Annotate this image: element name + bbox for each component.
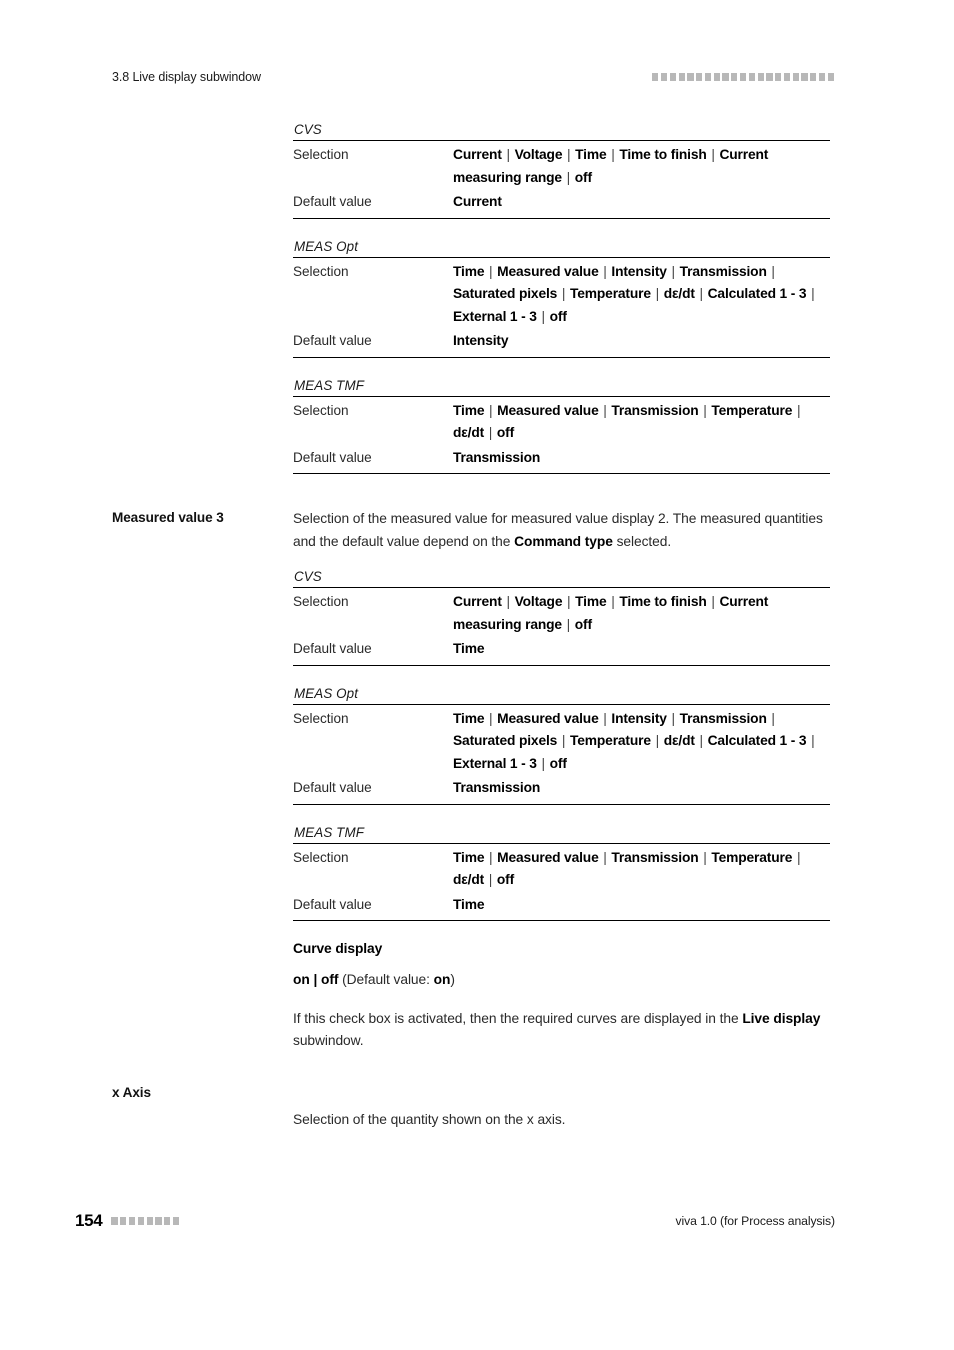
subheading-curve-display: Curve display [293,941,383,957]
page-footer: 154 viva 1.0 (for Process analysis) [75,1209,835,1233]
row-value-selection: Current | Voltage | Time | Time to finis… [453,594,769,632]
document-page: 3.8 Live display subwindow CVS Selection… [0,0,954,1350]
param-table-meas-opt-2: MEAS Opt Selection Time | Measured value… [293,686,830,805]
row-value-default: Time [453,896,485,912]
footer-left-group: 154 [75,1211,180,1231]
footer-document-title: viva 1.0 (for Process analysis) [675,1214,836,1228]
table-bottom-rule [293,803,830,805]
param-table-title: MEAS TMF [294,824,364,840]
param-table-title: CVS [294,122,322,137]
table-row: Default value Transmission [293,776,830,801]
row-label-selection: Selection [293,594,349,610]
table-bottom-rule [293,664,830,666]
param-table-title: MEAS Opt [294,238,359,254]
footer-square-rule-icon [111,1217,180,1225]
margin-heading-measured-value-3: Measured value 3 [112,510,224,525]
table-bottom-rule [293,356,830,358]
param-table-title: MEAS Opt [294,685,359,701]
param-table-meas-tmf-1: MEAS TMF Selection Time | Measured value… [293,377,830,474]
page-number: 154 [75,1211,103,1230]
param-table-cvs-2: CVS Selection Current | Voltage | Time |… [293,569,830,666]
row-value-default: Time [453,641,485,657]
row-label-default: Default value [293,780,372,796]
row-label-default: Default value [293,333,372,348]
row-value-selection: Time | Measured value | Transmission | T… [453,849,801,888]
table-row: Default value Time [293,637,830,662]
row-value-selection: Time | Measured value | Intensity | Tran… [453,710,815,771]
row-value-selection: Current | Voltage | Time | Time to finis… [453,147,769,185]
row-label-default: Default value [293,641,372,657]
header-square-rule-icon [652,73,834,81]
x-axis-spacer [293,1083,834,1109]
margin-heading-empty [112,122,293,124]
measured-value-3-intro: Selection of the measured value for meas… [293,508,830,553]
parameter-block-measured-value-3: Measured value 3 Selection of the measur… [112,508,834,1069]
curve-display-description: If this check box is activated, then the… [293,1008,830,1053]
param-table-cvs-1: CVS Selection Current | Voltage | Time |… [293,122,830,219]
x-axis-description: Selection of the quantity shown on the x… [293,1111,566,1127]
intro-text-bold: Command type [514,533,613,549]
param-table-meas-opt-1: MEAS Opt Selection Time | Measured value… [293,239,830,358]
row-label-default: Default value [293,449,372,465]
curve-desc-part2: subwindow. [293,1033,364,1049]
intro-text-part2: selected. [612,533,672,549]
table-bottom-rule [293,920,830,922]
param-table-title: MEAS TMF [294,377,364,393]
row-label-selection: Selection [293,147,349,162]
row-value-selection: Time | Measured value | Intensity | Tran… [453,263,815,324]
curve-desc-part1: If this check box is activated, then the… [293,1010,743,1026]
row-value-default: Transmission [453,780,541,796]
table-row: Selection Current | Voltage | Time | Tim… [293,143,830,190]
table-row: Selection Time | Measured value | Transm… [293,399,830,446]
row-value-default: Current [453,194,502,209]
curve-display-default-prefix: (Default value: [338,972,434,988]
table-row: Default value Current [293,190,830,215]
table-bottom-rule [293,217,830,219]
row-value-default: Intensity [453,333,509,348]
row-value-selection: Time | Measured value | Transmission | T… [453,402,801,441]
param-table-title: CVS [294,569,322,585]
row-label-selection: Selection [293,263,349,279]
row-label-default: Default value [293,194,372,209]
row-label-selection: Selection [293,402,349,418]
curve-display-values: on | off (Default value: on) [293,969,834,992]
table-row: Default value Transmission [293,446,830,471]
row-label-selection: Selection [293,849,349,865]
table-row: Selection Time | Measured value | Intens… [293,707,830,777]
row-label-selection: Selection [293,710,349,726]
margin-heading-x-axis: x Axis [112,1084,151,1100]
parameter-block-1: CVS Selection Current | Voltage | Time |… [112,122,834,494]
header-section-title: 3.8 Live display subwindow [112,70,261,84]
parameter-block-x-axis: x Axis Selection of the quantity shown o… [112,1083,834,1148]
param-table-meas-tmf-2: MEAS TMF Selection Time | Measured value… [293,825,830,922]
curve-display-default-suffix: ) [450,972,455,988]
page-header: 3.8 Live display subwindow [112,66,834,88]
page-content: CVS Selection Current | Voltage | Time |… [112,122,834,1148]
row-value-default: Transmission [453,449,541,465]
row-label-default: Default value [293,896,372,912]
curve-display-onoff: on | off [293,972,339,988]
curve-display-default-value: on [433,972,451,988]
table-bottom-rule [293,473,830,474]
table-row: Selection Time | Measured value | Intens… [293,260,830,330]
table-row: Default value Intensity [293,329,830,354]
table-row: Default value Time [293,893,830,918]
table-row: Selection Current | Voltage | Time | Tim… [293,590,830,637]
table-row: Selection Time | Measured value | Transm… [293,846,830,893]
curve-desc-bold: Live display [742,1010,821,1026]
